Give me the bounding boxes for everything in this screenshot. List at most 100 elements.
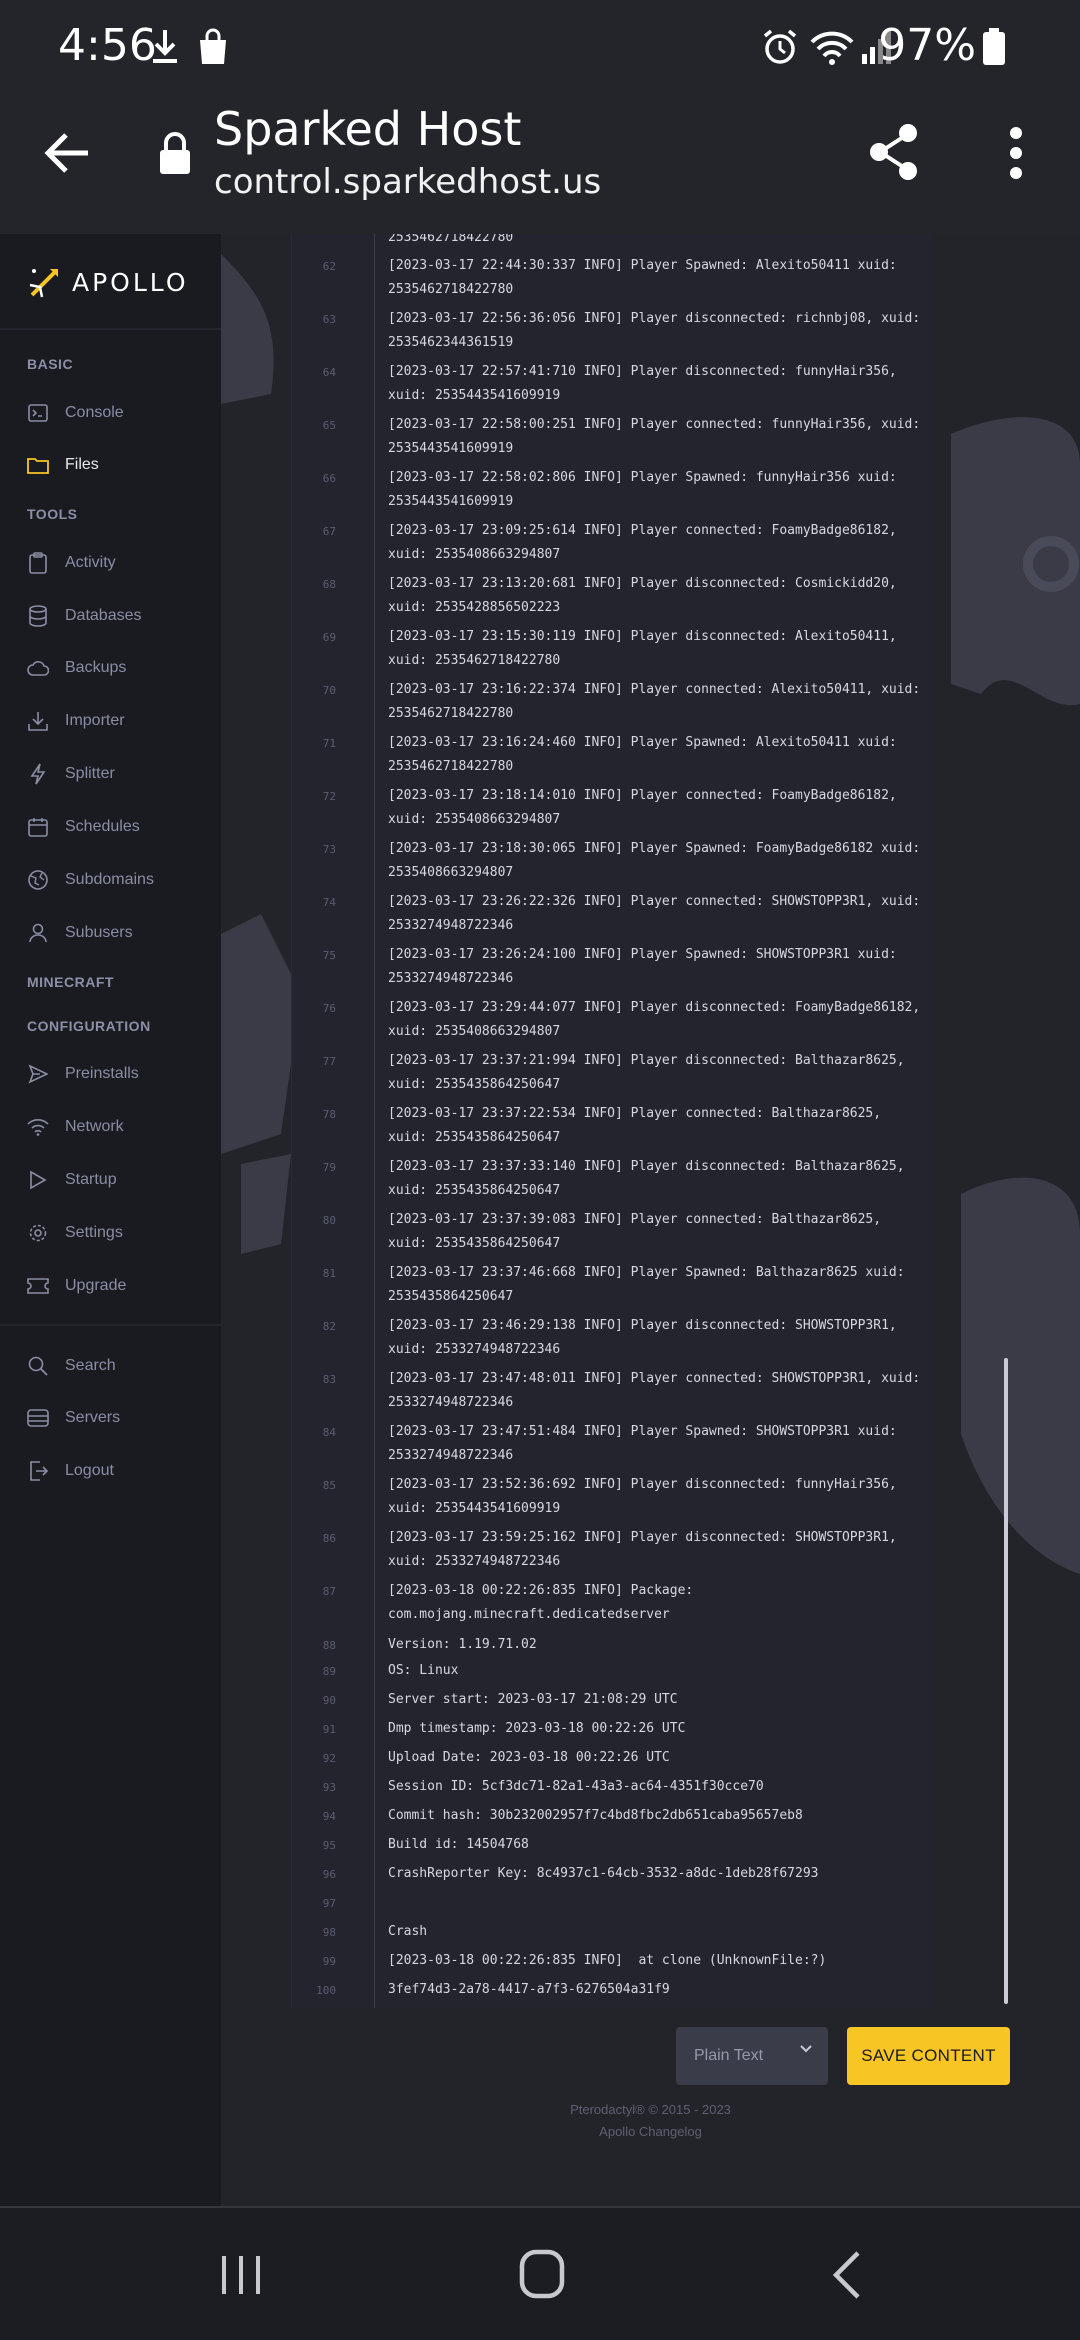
code-line: OS: Linux xyxy=(388,1663,459,1678)
line-number: 74 xyxy=(322,896,336,909)
code-line: [2023-03-17 23:37:39:083 INFO] Player co… xyxy=(388,1212,889,1251)
footer-copyright[interactable]: Pterodactyl® © 2015 - 2023 xyxy=(221,2102,1080,2117)
sidebar-item-startup[interactable]: Startup xyxy=(27,1160,117,1200)
line-number: 67 xyxy=(322,525,336,538)
code-line: 2535462718422780 xyxy=(388,234,514,245)
lock-icon[interactable] xyxy=(158,130,192,176)
more-options-icon[interactable] xyxy=(1006,126,1026,180)
sidebar-item-network[interactable]: Network xyxy=(27,1107,124,1147)
line-number: 64 xyxy=(322,366,336,379)
code-line: [2023-03-17 22:57:41:710 INFO] Player di… xyxy=(388,364,905,403)
shopping-bag-icon xyxy=(200,28,226,64)
section-basic: BASIC xyxy=(27,356,74,372)
lightning-icon xyxy=(27,763,49,785)
globe-icon xyxy=(27,869,49,891)
sidebar-item-activity[interactable]: Activity xyxy=(27,543,116,583)
code-line: [2023-03-17 23:16:24:460 INFO] Player Sp… xyxy=(388,735,905,774)
back-icon[interactable] xyxy=(830,2250,862,2300)
code-line: [2023-03-17 23:37:21:994 INFO] Player di… xyxy=(388,1053,913,1092)
line-number: 66 xyxy=(322,472,336,485)
sidebar-item-preinstalls[interactable]: Preinstalls xyxy=(27,1054,139,1094)
rocket-logo-icon xyxy=(29,269,58,298)
logout-icon xyxy=(27,1460,49,1482)
code-line: Build id: 14504768 xyxy=(388,1837,529,1852)
code-line: [2023-03-17 23:29:44:077 INFO] Player di… xyxy=(388,1000,929,1039)
line-number: 63 xyxy=(322,313,336,326)
main-content: 2535462718422780 62 [2023-03-17 22:44:30:3… xyxy=(221,234,1080,2206)
sidebar-item-files[interactable]: Files xyxy=(27,445,99,485)
sidebar-item-splitter[interactable]: Splitter xyxy=(27,754,115,794)
gutter-divider xyxy=(374,234,375,2008)
language-mode-select[interactable]: Plain Text xyxy=(676,2027,828,2085)
line-number: 89 xyxy=(322,1665,336,1678)
code-line: [2023-03-17 23:15:30:119 INFO] Player di… xyxy=(388,629,905,668)
sidebar-item-schedules[interactable]: Schedules xyxy=(27,807,140,847)
calendar-icon xyxy=(27,816,49,838)
sidebar-item-label: Subusers xyxy=(65,924,133,941)
code-editor[interactable]: 2535462718422780 62 [2023-03-17 22:44:30:3… xyxy=(291,234,931,2008)
sidebar-item-search[interactable]: Search xyxy=(27,1346,116,1386)
site-title: Sparked Host xyxy=(214,102,522,156)
footer-changelog-link[interactable]: Apollo Changelog xyxy=(221,2124,1080,2139)
battery-percent: 97% xyxy=(878,20,976,71)
sidebar-item-label: Servers xyxy=(65,1409,121,1426)
line-number: 71 xyxy=(322,737,336,750)
folder-icon xyxy=(27,454,49,476)
sidebar-item-databases[interactable]: Databases xyxy=(27,596,142,636)
line-number: 91 xyxy=(322,1723,336,1736)
sidebar-item-console[interactable]: Console xyxy=(27,393,124,433)
code-line: [2023-03-18 00:22:26:835 INFO] Package: … xyxy=(388,1583,702,1622)
ticket-icon xyxy=(27,1275,49,1297)
sidebar-item-backups[interactable]: Backups xyxy=(27,648,126,688)
back-arrow-icon[interactable] xyxy=(42,128,92,178)
code-line: Upload Date: 2023-03-18 00:22:26 UTC xyxy=(388,1750,670,1765)
status-bar: 4:56 97% xyxy=(0,0,1080,96)
code-line: [2023-03-17 23:18:30:065 INFO] Player Sp… xyxy=(388,841,929,880)
download-icon xyxy=(153,30,177,63)
recent-apps-icon[interactable] xyxy=(218,2252,264,2298)
code-line: [2023-03-17 23:59:25:162 INFO] Player di… xyxy=(388,1530,905,1569)
sidebar-item-settings[interactable]: Settings xyxy=(27,1213,123,1253)
terminal-icon xyxy=(27,402,49,424)
sidebar-item-label: Activity xyxy=(65,554,116,571)
code-line: [2023-03-17 23:26:22:326 INFO] Player co… xyxy=(388,894,929,933)
code-line: [2023-03-17 23:18:14:010 INFO] Player co… xyxy=(388,788,905,827)
line-number: 100 xyxy=(316,1984,336,1997)
sidebar-item-upgrade[interactable]: Upgrade xyxy=(27,1266,126,1306)
line-number: 77 xyxy=(322,1055,336,1068)
apollo-logo[interactable]: APOLLO xyxy=(26,260,189,304)
sidebar-item-subdomains[interactable]: Subdomains xyxy=(27,860,154,900)
save-content-button[interactable]: SAVE CONTENT xyxy=(847,2027,1010,2085)
code-line: Dmp timestamp: 2023-03-18 00:22:26 UTC xyxy=(388,1721,686,1736)
line-number: 85 xyxy=(322,1479,336,1492)
line-number: 94 xyxy=(322,1810,336,1823)
line-number: 62 xyxy=(322,260,336,273)
wifi-icon xyxy=(27,1116,49,1138)
code-line: Commit hash: 30b232002957f7c4bd8fbc2db65… xyxy=(388,1808,803,1823)
line-number: 84 xyxy=(322,1426,336,1439)
section-minecraft: MINECRAFT xyxy=(27,974,114,990)
sidebar-item-label: Schedules xyxy=(65,818,140,835)
sidebar-item-servers[interactable]: Servers xyxy=(27,1398,120,1438)
share-icon[interactable] xyxy=(866,122,922,182)
line-number: 69 xyxy=(322,631,336,644)
sidebar-item-importer[interactable]: Importer xyxy=(27,701,125,741)
code-line: 3fef74d3-2a78-4417-a7f3-6276504a31f9 xyxy=(388,1982,670,1997)
sidebar-item-logout[interactable]: Logout xyxy=(27,1451,114,1491)
page: 4:56 97% Sparked Host control.sparkedhos… xyxy=(0,0,1080,2340)
code-line: Server start: 2023-03-17 21:08:29 UTC xyxy=(388,1692,678,1707)
user-icon xyxy=(27,922,49,944)
editor-scrollbar[interactable] xyxy=(1004,1358,1008,2004)
home-icon[interactable] xyxy=(518,2248,566,2300)
code-line: [2023-03-17 22:44:30:337 INFO] Player Sp… xyxy=(388,258,905,297)
sidebar-item-subusers[interactable]: Subusers xyxy=(27,913,133,953)
code-line: [2023-03-17 22:58:02:806 INFO] Player Sp… xyxy=(388,470,905,509)
site-url[interactable]: control.sparkedhost.us xyxy=(214,162,601,202)
line-number: 65 xyxy=(322,419,336,432)
sidebar-item-label: Network xyxy=(65,1118,124,1135)
code-line: [2023-03-17 22:56:36:056 INFO] Player di… xyxy=(388,311,929,350)
play-icon xyxy=(27,1169,49,1191)
battery-icon xyxy=(983,28,1005,65)
line-number: 81 xyxy=(322,1267,336,1280)
code-line: [2023-03-17 22:58:00:251 INFO] Player co… xyxy=(388,417,929,456)
